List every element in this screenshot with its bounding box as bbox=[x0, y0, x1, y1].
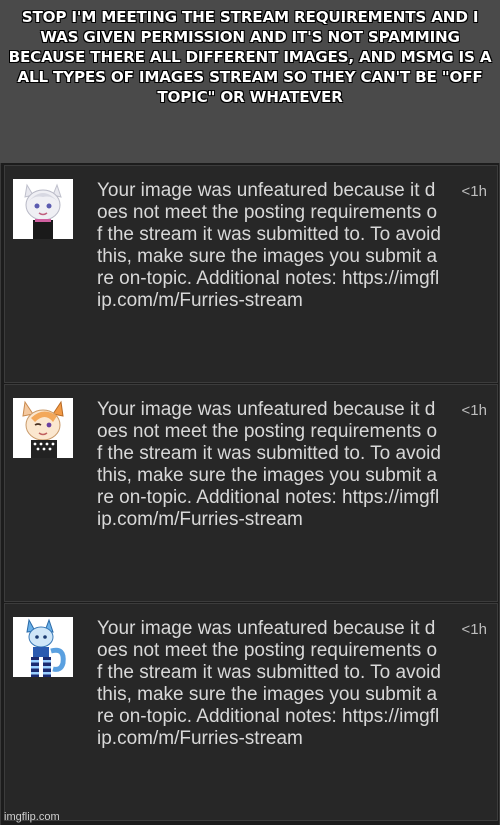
notification-message: Your image was unfeatured because it doe… bbox=[97, 618, 441, 749]
furry-character-thumbnail[interactable] bbox=[13, 617, 73, 677]
meme-caption-text: STOP I'M MEETING THE STREAM REQUIREMENTS… bbox=[8, 8, 492, 106]
notification-message: Your image was unfeatured because it doe… bbox=[97, 399, 441, 530]
notification-timestamp: <1h bbox=[461, 402, 487, 419]
notification-item[interactable]: Your image was unfeatured because it doe… bbox=[4, 384, 498, 602]
furry-character-thumbnail[interactable] bbox=[13, 179, 73, 239]
furry-character-thumbnail[interactable] bbox=[13, 398, 73, 458]
notification-list: Your image was unfeatured because it doe… bbox=[0, 163, 500, 825]
meme-caption-banner: STOP I'M MEETING THE STREAM REQUIREMENTS… bbox=[0, 0, 500, 163]
notification-message: Your image was unfeatured because it doe… bbox=[97, 180, 441, 311]
notification-item[interactable]: Your image was unfeatured because it doe… bbox=[4, 165, 498, 383]
notification-item[interactable]: Your image was unfeatured because it doe… bbox=[4, 603, 498, 821]
notification-timestamp: <1h bbox=[461, 183, 487, 200]
imgflip-watermark: imgflip.com bbox=[4, 811, 60, 823]
notification-timestamp: <1h bbox=[461, 621, 487, 638]
